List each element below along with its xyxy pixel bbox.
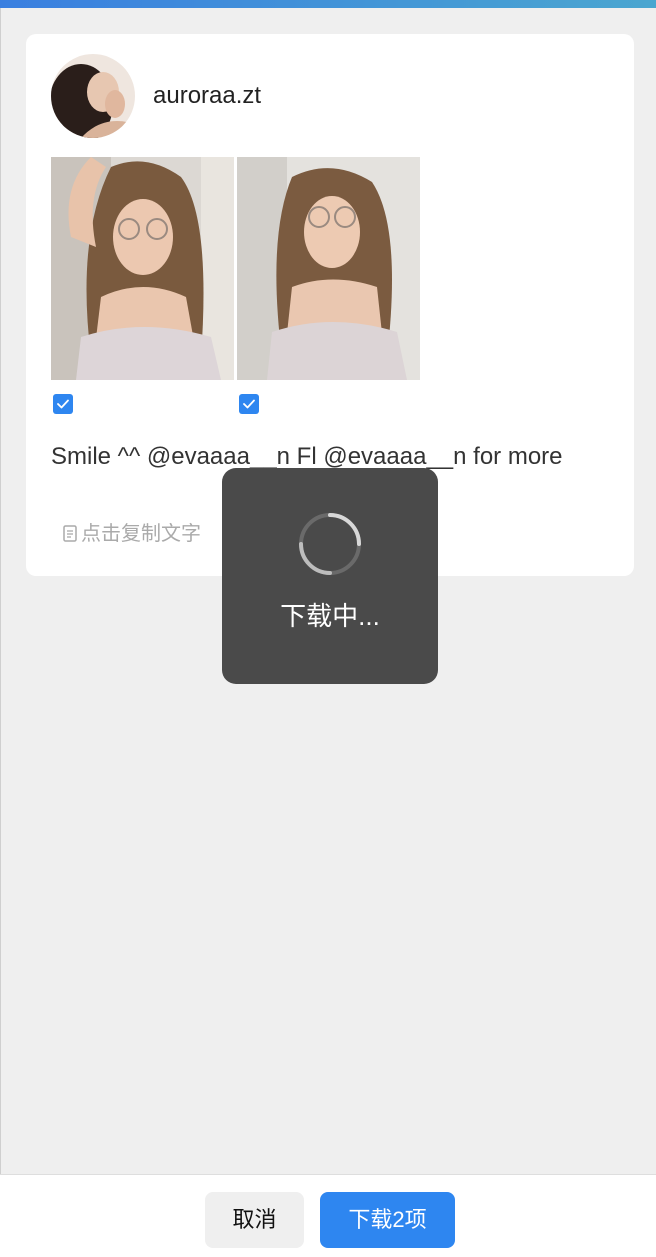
copy-text-label: 点击复制文字 <box>81 523 201 545</box>
photo-thumbnail-1[interactable] <box>51 157 234 380</box>
photo-1-checkbox[interactable] <box>53 394 73 414</box>
top-accent-bar <box>0 0 656 8</box>
window-edge <box>0 8 1 1256</box>
photo-thumbnail-2[interactable] <box>237 157 420 380</box>
photo-2-checkbox[interactable] <box>239 394 259 414</box>
download-button[interactable]: 下载2项 <box>320 1192 455 1248</box>
loading-toast: 下载中... <box>222 468 438 684</box>
copy-icon <box>61 524 79 544</box>
toast-message: 下载中... <box>280 601 380 631</box>
action-bar: 取消 下载2项 <box>0 1174 656 1257</box>
username[interactable]: auroraa.zt <box>153 82 261 110</box>
check-icon <box>57 399 69 409</box>
copy-text-link[interactable]: 点击复制文字 <box>61 522 201 546</box>
check-icon <box>243 399 255 409</box>
cancel-button[interactable]: 取消 <box>205 1192 304 1248</box>
loading-spinner-icon <box>299 513 361 575</box>
avatar[interactable] <box>51 54 135 138</box>
